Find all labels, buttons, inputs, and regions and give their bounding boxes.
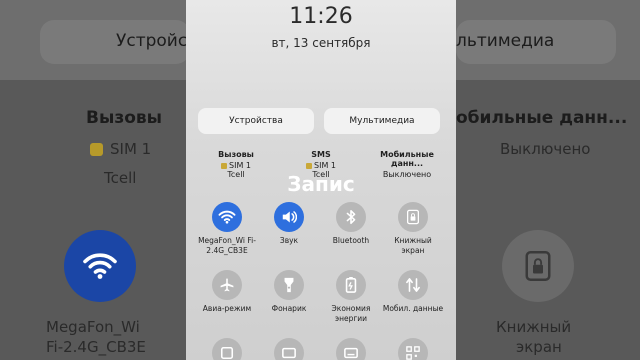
wifi-icon xyxy=(218,210,236,224)
background-wifi-label-1: MegaFon_Wi xyxy=(46,318,140,336)
nfc-icon xyxy=(220,346,234,360)
sim-sms-row: SIM 1 xyxy=(281,161,361,170)
sim-card-icon xyxy=(221,162,227,169)
bluetooth-toggle[interactable] xyxy=(336,202,366,232)
background-calls-sim: SIM 1 xyxy=(110,140,152,158)
mobile-data-toggle[interactable] xyxy=(398,270,428,300)
background-lock-icon xyxy=(525,251,551,281)
flashlight-toggle[interactable] xyxy=(274,270,304,300)
tile-airplane-label: Авиа-режим xyxy=(202,304,252,313)
background-wifi-icon xyxy=(83,253,117,279)
background-calls-title: Вызовы xyxy=(86,108,163,128)
qr-code-icon xyxy=(406,346,420,360)
row3-toggle-4[interactable] xyxy=(398,338,428,360)
tile-airplane[interactable]: Авиа-режим xyxy=(196,270,258,314)
tile-mobile-data[interactable]: Мобил. данные xyxy=(382,270,444,314)
power-saving-toggle[interactable] xyxy=(336,270,366,300)
row3-toggle-3[interactable] xyxy=(336,338,366,360)
tile-bluetooth[interactable]: Bluetooth xyxy=(320,202,382,246)
tile-row3-2[interactable] xyxy=(258,338,320,360)
tile-flashlight-label: Фонарик xyxy=(271,304,307,313)
background-sim-icon xyxy=(90,143,103,156)
bluetooth-icon xyxy=(346,209,356,225)
tile-mobile-data-label: Мобил. данные xyxy=(382,304,444,313)
tile-portrait-label: Книжный экран xyxy=(394,236,432,255)
keyboard-icon xyxy=(344,347,358,359)
screen-icon xyxy=(282,347,296,359)
tile-wifi-label: MegaFon_Wi Fi-2.4G_CB3E xyxy=(198,236,256,255)
wifi-toggle[interactable] xyxy=(212,202,242,232)
tile-portrait[interactable]: Книжный экран xyxy=(382,202,444,256)
sound-icon xyxy=(282,211,297,223)
background-wifi-label-2: Fi-2.4G_CB3E xyxy=(46,338,146,356)
row3-toggle-1[interactable] xyxy=(212,338,242,360)
tile-row3-3[interactable] xyxy=(320,338,382,360)
status-time: 11:26 xyxy=(289,4,353,29)
background-wifi-circle xyxy=(64,230,136,302)
background-data-value: Выключено xyxy=(500,140,591,158)
phone-quick-settings: 11:26 вт, 13 сентября Устройства Мультим… xyxy=(186,0,456,360)
tile-row3-4[interactable] xyxy=(382,338,444,360)
sim-sms-sim: SIM 1 xyxy=(314,161,336,170)
flashlight-icon xyxy=(284,277,294,293)
background-book-label-2: экран xyxy=(516,338,562,356)
background-data-title: обильные данн... xyxy=(456,108,628,128)
sim-data-title: Мобильные данн... xyxy=(380,150,434,168)
airplane-toggle[interactable] xyxy=(212,270,242,300)
portrait-toggle[interactable] xyxy=(398,202,428,232)
tile-flashlight[interactable]: Фонарик xyxy=(258,270,320,314)
tile-bluetooth-label: Bluetooth xyxy=(332,236,370,245)
row3-toggle-2[interactable] xyxy=(274,338,304,360)
recording-overlay-text: Запис xyxy=(287,172,355,196)
data-icon xyxy=(406,278,420,292)
battery-icon xyxy=(345,277,357,293)
sim-calls-sim: SIM 1 xyxy=(229,161,251,170)
devices-button[interactable]: Устройства xyxy=(198,108,314,134)
background-calls-operator: Tcell xyxy=(104,169,137,187)
tile-wifi[interactable]: MegaFon_Wi Fi-2.4G_CB3E xyxy=(196,202,258,256)
sim-sms-title: SMS xyxy=(311,150,331,159)
tile-sound[interactable]: Звук xyxy=(258,202,320,246)
background-tab-right-label: льтимедиа xyxy=(456,31,555,51)
multimedia-button[interactable]: Мультимедиа xyxy=(324,108,440,134)
sim-calls-row: SIM 1 xyxy=(196,161,276,170)
tile-power-saving[interactable]: Экономия энергии xyxy=(320,270,382,324)
status-date: вт, 13 сентября xyxy=(271,36,371,50)
lock-icon xyxy=(407,209,419,225)
background-book-circle xyxy=(502,230,574,302)
tile-power-saving-label: Экономия энергии xyxy=(331,304,371,323)
airplane-icon xyxy=(220,278,234,292)
sim-calls-title: Вызовы xyxy=(218,150,254,159)
sim-card-icon xyxy=(306,162,312,169)
background-tab-left-label: Устройст xyxy=(116,31,198,51)
tile-row3-1[interactable] xyxy=(196,338,258,360)
tile-sound-label: Звук xyxy=(279,236,299,245)
background-book-label-1: Книжный xyxy=(496,318,572,336)
sound-toggle[interactable] xyxy=(274,202,304,232)
